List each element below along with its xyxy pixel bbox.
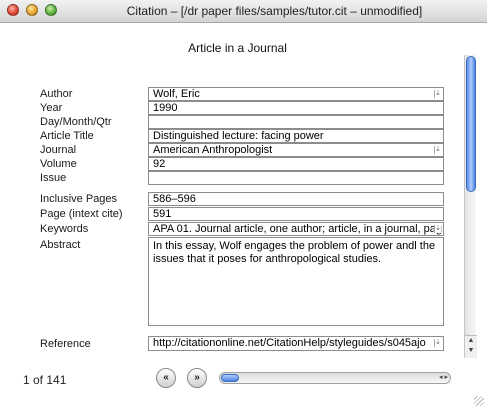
page-intext-cite-value: 591 (153, 208, 172, 220)
chevron-down-icon[interactable]: ⇣ (434, 225, 441, 233)
author-label: Author (40, 88, 73, 100)
page-intext-cite-field[interactable]: 591 (148, 207, 444, 221)
inclusive-pages-label: Inclusive Pages (40, 193, 118, 205)
reference-field[interactable]: http://citationonline.net/CitationHelp/s… (148, 336, 444, 351)
previous-record-button[interactable]: « (156, 368, 176, 388)
article-title-label: Article Title (40, 130, 94, 142)
record-status: 1 of 141 (23, 373, 67, 387)
next-record-button[interactable]: » (187, 368, 207, 388)
article-title-value: Distinguished lecture: facing power (153, 130, 324, 142)
article-title-field[interactable]: Distinguished lecture: facing power (148, 129, 444, 143)
author-value: Wolf, Eric (153, 88, 200, 100)
vertical-scroll-thumb[interactable] (466, 56, 476, 192)
volume-field[interactable]: 92 (148, 157, 444, 171)
zoom-icon[interactable] (45, 4, 57, 16)
inclusive-pages-field[interactable]: 586–596 (148, 192, 444, 206)
slider-arrows-icon[interactable]: ◂ ▸ (439, 373, 448, 383)
window-title: Citation – [/dr paper files/samples/tuto… (126, 4, 423, 18)
chevron-down-icon[interactable]: ⇣ (434, 90, 441, 98)
journal-label: Journal (40, 144, 77, 156)
close-icon[interactable] (7, 4, 19, 16)
issue-label: Issue (40, 172, 67, 184)
reference-label: Reference (40, 338, 91, 350)
minimize-icon[interactable] (26, 4, 38, 16)
year-label: Year (40, 102, 63, 114)
journal-field[interactable]: American Anthropologist ⇣ (148, 143, 444, 157)
inclusive-pages-value: 586–596 (153, 193, 196, 205)
page-intext-cite-label: Page (intext cite) (40, 208, 123, 220)
record-type-heading: Article in a Journal (188, 41, 287, 55)
record-slider[interactable]: ◂ ▸ (219, 372, 451, 384)
abstract-textarea[interactable]: In this essay, Wolf engages the problem … (148, 237, 444, 326)
keywords-value: APA 01. Journal article, one author; art… (153, 223, 443, 235)
scroll-arrows-icon[interactable]: ▲ ▼ (465, 335, 477, 358)
chevron-down-icon[interactable]: ⇣ (434, 339, 441, 347)
year-field[interactable]: 1990 (148, 101, 444, 115)
keywords-field[interactable]: APA 01. Journal article, one author; art… (148, 222, 444, 236)
journal-value: American Anthropologist (153, 144, 273, 156)
resize-grip-icon[interactable] (474, 396, 484, 406)
abstract-value: In this essay, Wolf engages the problem … (153, 240, 436, 265)
reference-value: http://citationonline.net/CitationHelp/s… (153, 337, 426, 349)
keywords-label: Keywords (40, 223, 89, 235)
day-month-qtr-field[interactable] (148, 115, 444, 129)
author-field[interactable]: Wolf, Eric ⇣ (148, 87, 444, 101)
volume-label: Volume (40, 158, 77, 170)
issue-field[interactable] (148, 171, 444, 185)
vertical-scrollbar[interactable]: ▲ ▼ (464, 55, 477, 358)
year-value: 1990 (153, 102, 178, 114)
abstract-label: Abstract (40, 239, 81, 251)
record-slider-thumb[interactable] (221, 374, 239, 382)
chevron-down-icon[interactable]: ⇣ (434, 146, 441, 154)
volume-value: 92 (153, 158, 166, 170)
window-titlebar[interactable]: Citation – [/dr paper files/samples/tuto… (0, 0, 487, 23)
day-month-qtr-label: Day/Month/Qtr (40, 116, 112, 128)
